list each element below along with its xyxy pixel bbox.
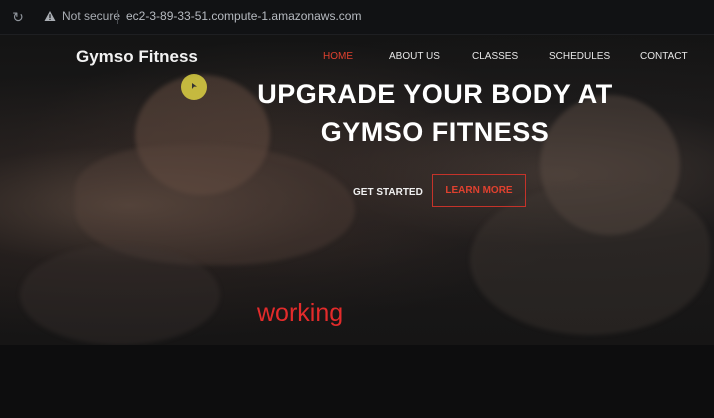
- get-started-button[interactable]: GET STARTED: [353, 187, 423, 198]
- site-logo[interactable]: Gymso Fitness: [76, 47, 198, 67]
- overlay-caption: working: [257, 299, 344, 327]
- security-status[interactable]: Not secure: [62, 9, 120, 23]
- nav-schedules[interactable]: SCHEDULES: [549, 51, 610, 62]
- hero-image-shadow: [20, 245, 220, 345]
- page-below-hero: [0, 345, 714, 418]
- learn-more-button[interactable]: LEARN MORE: [432, 174, 526, 207]
- browser-toolbar: ↻ Not secure ec2-3-89-33-51.compute-1.am…: [0, 0, 714, 35]
- cursor-highlight-icon: [181, 74, 207, 100]
- nav-classes[interactable]: CLASSES: [472, 51, 518, 62]
- address-bar[interactable]: ec2-3-89-33-51.compute-1.amazonaws.com: [126, 9, 361, 23]
- hero-section: Gymso Fitness HOME ABOUT US CLASSES SCHE…: [0, 35, 714, 345]
- address-divider: [117, 10, 118, 24]
- reload-icon[interactable]: ↻: [10, 9, 26, 25]
- learn-more-label: LEARN MORE: [445, 185, 513, 196]
- headline-line-1: UPGRADE YOUR BODY AT: [257, 79, 613, 109]
- hero-headline: UPGRADE YOUR BODY AT GYMSO FITNESS: [215, 75, 655, 151]
- nav-about-us[interactable]: ABOUT US: [389, 51, 440, 62]
- nav-contact[interactable]: CONTACT: [640, 51, 688, 62]
- hero-image-body: [470, 185, 710, 335]
- warning-icon[interactable]: [44, 10, 56, 22]
- nav-home[interactable]: HOME: [323, 51, 353, 62]
- headline-line-2: GYMSO FITNESS: [320, 117, 550, 147]
